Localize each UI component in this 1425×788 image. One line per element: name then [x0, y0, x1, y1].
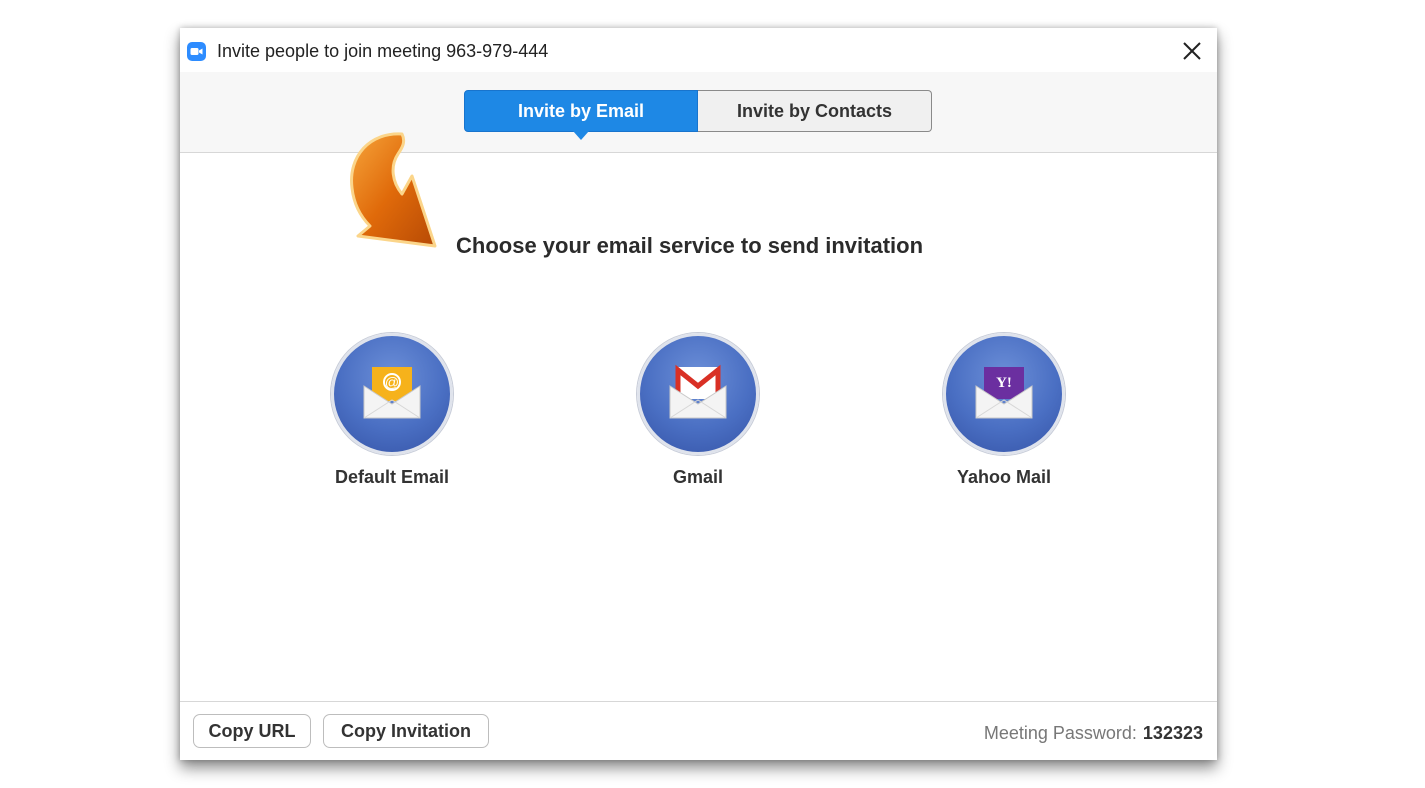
gmail-icon: [637, 333, 759, 455]
meeting-password-label: Meeting Password:: [983, 723, 1137, 743]
default-email-label: Default Email: [334, 467, 450, 487]
meeting-password-value: 132323: [1142, 723, 1203, 743]
default-email-button[interactable]: @ Default Email: [302, 333, 482, 488]
gmail-label: Gmail: [672, 467, 724, 487]
zoom-camera-icon: [187, 42, 206, 61]
yahoo-mail-label: Yahoo Mail: [956, 467, 1052, 487]
meeting-password: Meeting Password: 132323: [984, 723, 1203, 744]
yahoo-mail-button[interactable]: Y! Yahoo Mail: [914, 333, 1094, 488]
yahoo-mail-icon: Y!: [943, 333, 1065, 455]
invite-tabs: Invite by Email Invite by Contacts: [464, 90, 932, 140]
tab-invite-by-email[interactable]: Invite by Email: [464, 90, 698, 140]
dialog-footer: Copy URL Copy Invitation Meeting Passwor…: [180, 701, 1217, 760]
title-bar: Invite people to join meeting 963-979-44…: [180, 28, 1217, 72]
copy-url-button[interactable]: Copy URL: [193, 714, 311, 748]
close-icon[interactable]: [1179, 38, 1205, 64]
invite-dialog: Invite people to join meeting 963-979-44…: [180, 28, 1217, 760]
curved-arrow-icon: [350, 132, 437, 248]
copy-invitation-button[interactable]: Copy Invitation: [323, 714, 489, 748]
tab-invite-by-contacts[interactable]: Invite by Contacts: [698, 90, 932, 132]
default-email-icon: @: [331, 333, 453, 455]
page-heading: Choose your email service to send invita…: [456, 233, 924, 258]
svg-text:Y!: Y!: [996, 375, 1012, 391]
window-title: Invite people to join meeting 963-979-44…: [217, 41, 549, 61]
svg-text:@: @: [385, 374, 399, 390]
gmail-button[interactable]: Gmail: [608, 333, 788, 488]
tab-strip: Invite by Email Invite by Contacts: [180, 72, 1217, 153]
